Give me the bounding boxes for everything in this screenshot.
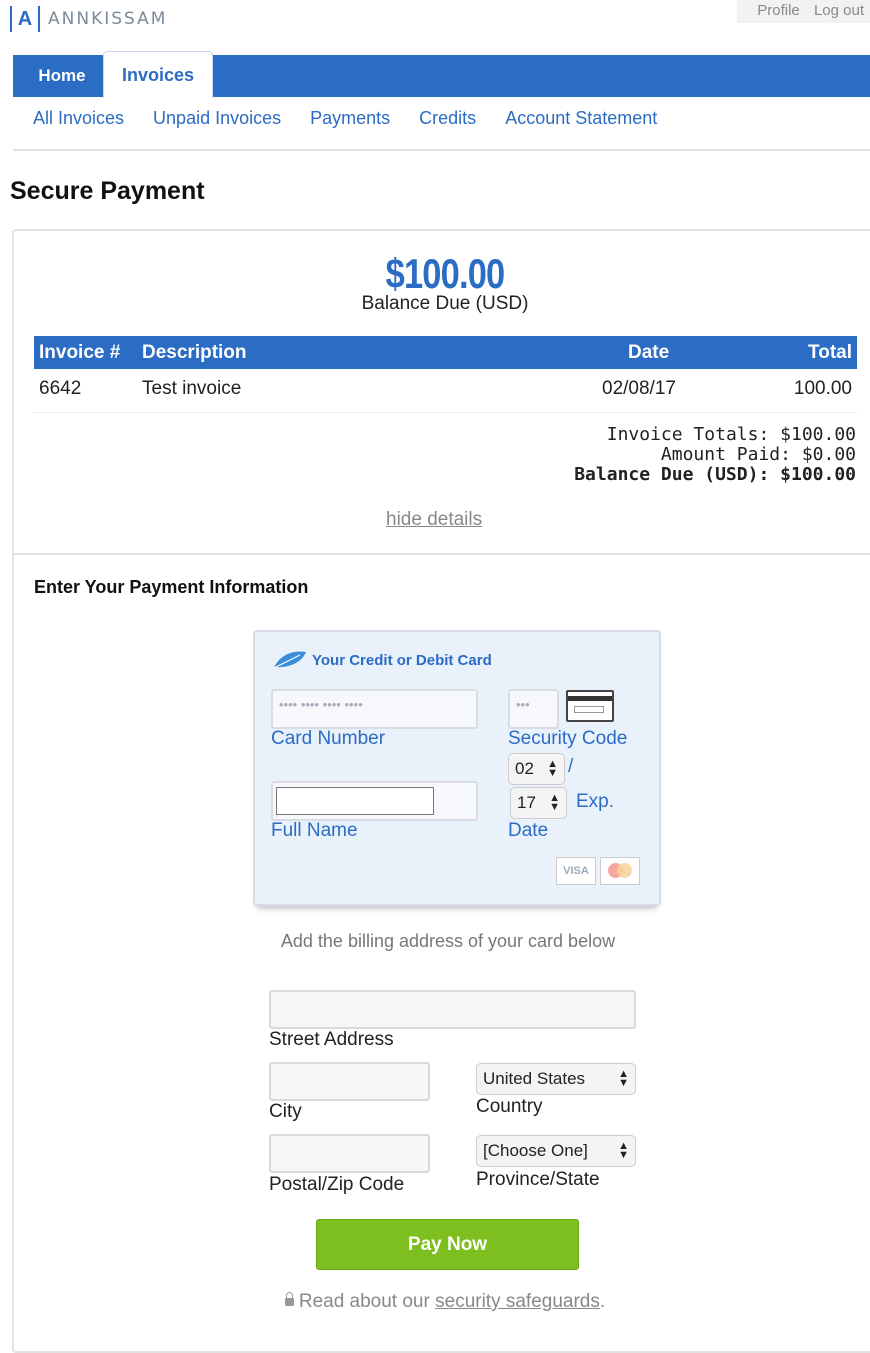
pay-now-button[interactable]: Pay Now — [316, 1219, 579, 1270]
exp-month-select[interactable]: 02 ▲ ▼ — [508, 753, 565, 785]
table-divider — [34, 412, 857, 413]
logo[interactable]: A ANNKISSAM — [10, 6, 167, 32]
tab-home[interactable]: Home — [22, 59, 102, 93]
header-date: Date — [628, 342, 670, 363]
header-total: Total — [808, 342, 852, 363]
security-safeguards-link[interactable]: security safeguards — [435, 1291, 600, 1312]
security-code-card-icon — [566, 690, 614, 722]
invoice-number: 6642 — [39, 378, 82, 399]
street-address-input[interactable] — [269, 990, 636, 1029]
select-arrows-icon: ▲ ▼ — [549, 792, 560, 813]
street-address-label: Street Address — [269, 1029, 394, 1050]
exp-date-label: Date — [508, 820, 549, 841]
balance-label: Balance Due (USD) — [361, 293, 529, 314]
subnav-unpaid-invoices[interactable]: Unpaid Invoices — [153, 108, 281, 129]
full-name-label: Full Name — [271, 820, 358, 841]
tab-invoices[interactable]: Invoices — [103, 51, 213, 98]
profile-link[interactable]: Profile — [757, 2, 800, 19]
header-description: Description — [142, 342, 247, 363]
security-code-input[interactable]: ••• — [508, 689, 559, 729]
sub-navigation: All Invoices Unpaid Invoices Payments Cr… — [33, 108, 657, 129]
logout-link[interactable]: Log out — [814, 2, 864, 19]
country-label: Country — [476, 1096, 543, 1117]
amount-paid-value: $0.00 — [801, 444, 856, 465]
subnav-all-invoices[interactable]: All Invoices — [33, 108, 124, 129]
card-title-text: Your Credit or Debit Card — [312, 651, 492, 669]
select-arrows-icon: ▲ ▼ — [618, 1068, 629, 1089]
province-select[interactable]: [Choose One] ▲ ▼ — [476, 1135, 636, 1167]
section-divider — [12, 553, 870, 555]
country-value: United States — [483, 1069, 586, 1088]
invoice-description: Test invoice — [142, 378, 242, 399]
totals-block: Invoice Totals: $100.00 Amount Paid: $0.… — [574, 425, 856, 485]
subnav-payments[interactable]: Payments — [310, 108, 390, 129]
exp-year-value: 17 — [517, 793, 536, 812]
lock-icon — [284, 1292, 294, 1306]
security-note: Read about our security safeguards. — [0, 1291, 870, 1313]
subnav-credits[interactable]: Credits — [419, 108, 476, 129]
select-arrows-icon: ▲ ▼ — [618, 1140, 629, 1161]
postal-code-input[interactable] — [269, 1134, 430, 1173]
postal-code-label: Postal/Zip Code — [269, 1174, 405, 1195]
security-code-label: Security Code — [508, 728, 628, 749]
country-select[interactable]: United States ▲ ▼ — [476, 1063, 636, 1095]
province-label: Province/State — [476, 1169, 600, 1190]
balance-amount: $100.00 — [385, 250, 506, 297]
payment-heading: Enter Your Payment Information — [34, 577, 309, 597]
security-suffix: . — [599, 1291, 606, 1312]
card-number-input[interactable]: •••• •••• •••• •••• — [271, 689, 478, 729]
security-prefix: Read about our — [298, 1291, 430, 1312]
brand-name: ANNKISSAM — [48, 9, 168, 29]
exp-label: Exp. — [576, 791, 615, 812]
select-arrows-icon: ▲ ▼ — [547, 758, 558, 779]
subnav-divider — [13, 149, 870, 151]
exp-month-value: 02 — [515, 759, 534, 778]
invoice-date: 02/08/17 — [602, 378, 676, 399]
invoice-total: 100.00 — [793, 378, 852, 399]
page-title: Secure Payment — [10, 177, 205, 205]
logo-mark: A — [10, 6, 40, 32]
mastercard-icon — [600, 857, 640, 885]
full-name-input[interactable] — [276, 787, 434, 815]
leaf-icon — [273, 651, 306, 669]
card-number-label: Card Number — [271, 728, 386, 749]
balance-due-label: Balance Due (USD): — [574, 464, 770, 485]
table-row: 6642 Test invoice 02/08/17 100.00 — [34, 372, 857, 410]
balance-due-value: $100.00 — [780, 464, 856, 485]
amount-paid-label: Amount Paid: — [660, 444, 791, 465]
card-title: Your Credit or Debit Card — [272, 650, 492, 670]
invoice-table-header: Invoice # Description Date Total — [34, 336, 857, 369]
mastercard-yellow-circle — [617, 863, 632, 878]
city-label: City — [269, 1101, 302, 1122]
subnav-account-statement[interactable]: Account Statement — [505, 108, 657, 129]
exp-year-select[interactable]: 17 ▲ ▼ — [510, 787, 567, 819]
invoice-totals-value: $100.00 — [780, 424, 856, 445]
header-invoice-number: Invoice # — [39, 342, 121, 363]
invoice-totals-label: Invoice Totals: — [606, 424, 770, 445]
city-input[interactable] — [269, 1062, 430, 1101]
province-value: [Choose One] — [483, 1141, 588, 1160]
visa-icon: VISA — [556, 857, 596, 885]
top-links: Profile Log out — [737, 0, 870, 23]
billing-note: Add the billing address of your card bel… — [280, 931, 616, 951]
hide-details-link[interactable]: hide details — [386, 509, 482, 531]
exp-separator: / — [568, 756, 574, 777]
